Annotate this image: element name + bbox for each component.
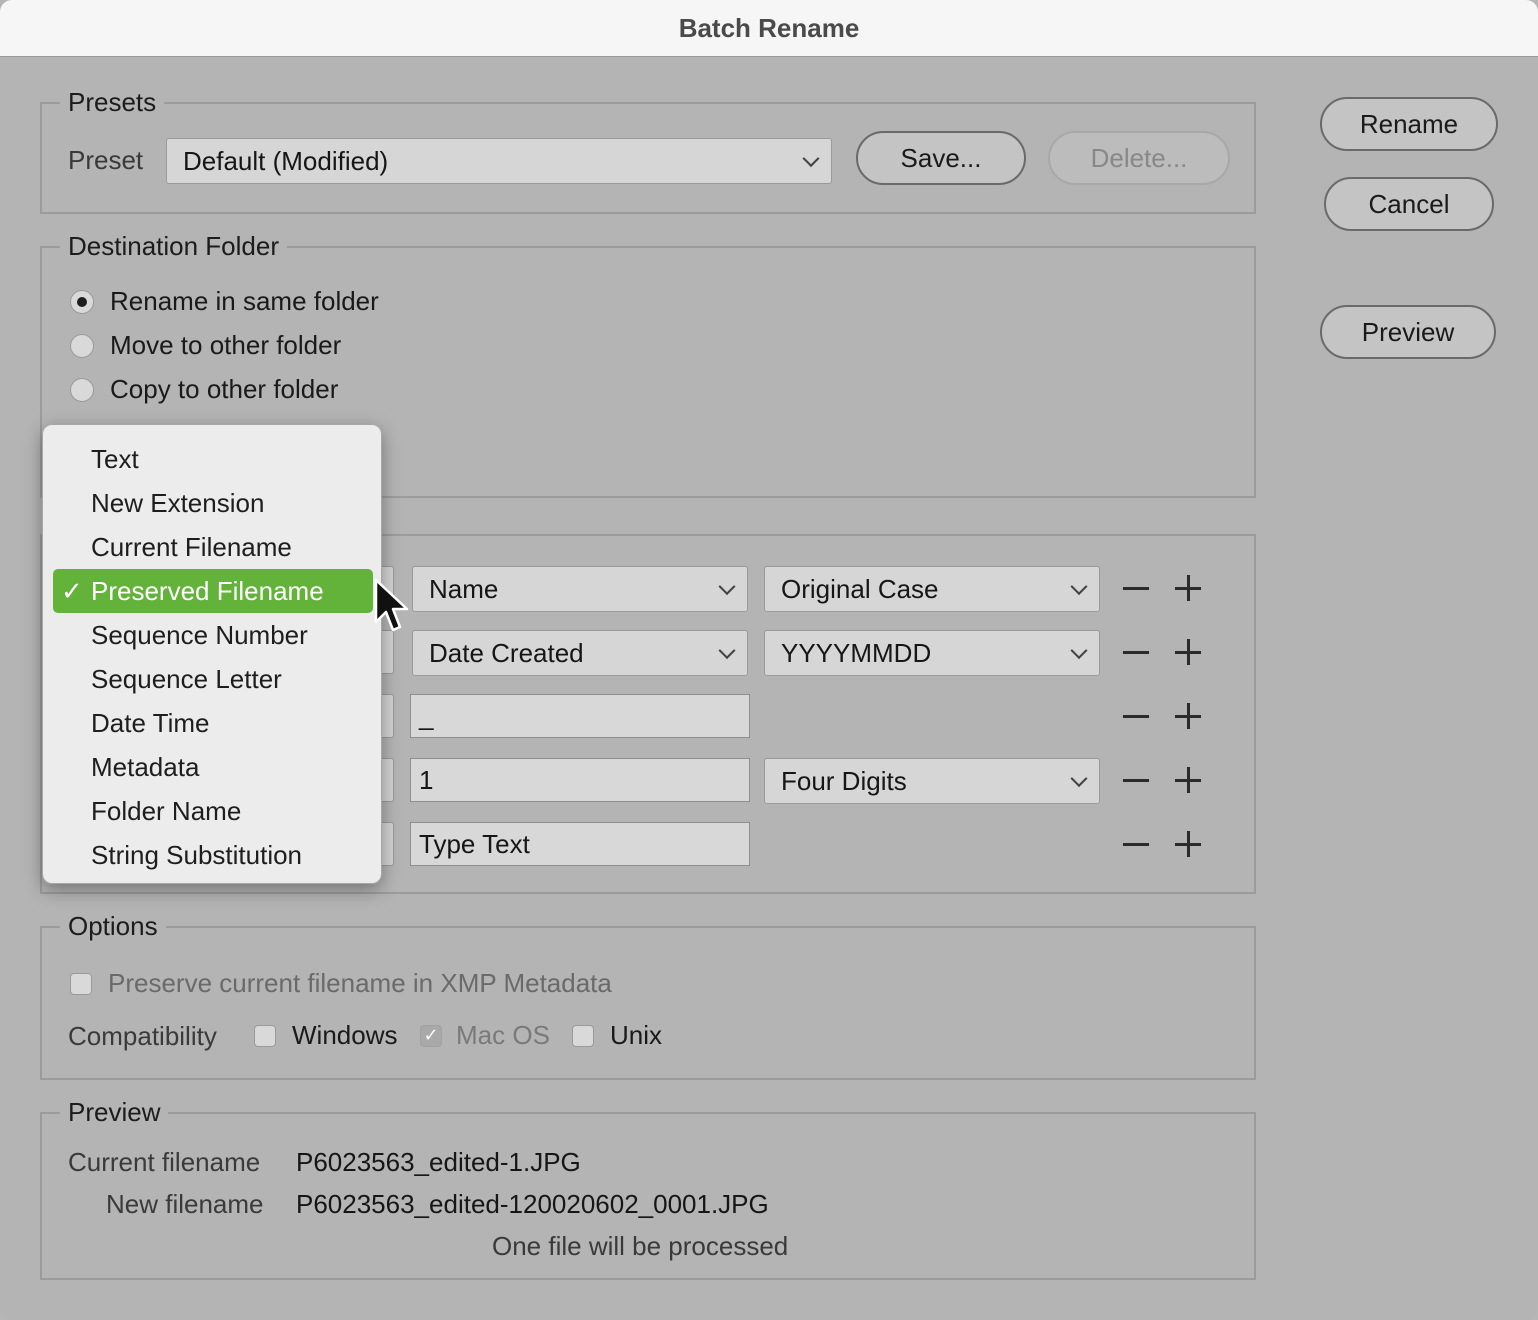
chevron-down-icon <box>1070 578 1088 596</box>
add-row-icon[interactable] <box>1174 830 1202 858</box>
window-title: Batch Rename <box>678 12 860 43</box>
row2-field2-select[interactable]: YYYYMMDD <box>764 630 1100 676</box>
menu-item-label: Current Filename <box>91 531 292 562</box>
menu-item-folder-name[interactable]: Folder Name <box>53 789 373 833</box>
preview-button[interactable]: Preview <box>1320 305 1496 359</box>
chevron-down-icon <box>1070 770 1088 788</box>
menu-item-preserved-filename[interactable]: ✓ Preserved Filename <box>53 569 373 613</box>
row4-digits-select[interactable]: Four Digits <box>764 758 1100 804</box>
destination-legend: Destination Folder <box>60 228 287 264</box>
row1-field1-select[interactable]: Name <box>412 566 748 612</box>
title-bar: Batch Rename <box>0 0 1538 57</box>
menu-item-string-substitution[interactable]: String Substitution <box>53 833 373 877</box>
input-value: _ <box>419 700 434 731</box>
remove-row-icon[interactable] <box>1122 574 1150 602</box>
radio-copy-other-folder[interactable]: Copy to other folder <box>70 374 338 405</box>
chevron-down-icon <box>1070 642 1088 660</box>
radio-button[interactable] <box>70 377 94 402</box>
presets-legend: Presets <box>60 84 165 120</box>
menu-item-label: New Extension <box>91 487 265 518</box>
chevron-down-icon <box>802 150 820 168</box>
add-row-icon[interactable] <box>1174 638 1202 666</box>
delete-preset-button[interactable]: Delete... <box>1048 131 1230 185</box>
add-row-icon[interactable] <box>1174 574 1202 602</box>
windows-label: Windows <box>292 1020 398 1050</box>
remove-row-icon[interactable] <box>1122 702 1150 730</box>
menu-item-label: Text <box>91 443 139 474</box>
checkmark-icon: ✓ <box>61 575 83 606</box>
rename-button[interactable]: Rename <box>1320 97 1498 151</box>
menu-item-label: Sequence Letter <box>91 663 282 694</box>
macos-checkbox[interactable]: ✓ <box>420 1024 442 1047</box>
unix-checkbox[interactable] <box>572 1024 594 1047</box>
remove-row-icon[interactable] <box>1122 830 1150 858</box>
preserve-filename-label: Preserve current filename in XMP Metadat… <box>108 968 612 998</box>
add-row-icon[interactable] <box>1174 702 1202 730</box>
select-value: Name <box>429 573 499 604</box>
menu-item-label: Preserved Filename <box>91 575 324 606</box>
preserve-filename-checkbox[interactable] <box>70 972 92 995</box>
row4-sequence-input[interactable]: 1 <box>410 758 750 802</box>
new-filename-label: New filename <box>106 1189 264 1219</box>
remove-row-icon[interactable] <box>1122 638 1150 666</box>
preserve-filename-option[interactable]: Preserve current filename in XMP Metadat… <box>70 968 612 999</box>
select-value: Date Created <box>429 637 584 668</box>
windows-option[interactable]: Windows <box>254 1020 397 1051</box>
row2-field1-select[interactable]: Date Created <box>412 630 748 676</box>
select-value: Original Case <box>781 573 939 604</box>
preset-label: Preset <box>68 145 144 175</box>
radio-button[interactable] <box>70 333 94 358</box>
preset-select[interactable]: Default (Modified) <box>166 138 832 184</box>
batch-rename-dialog: Batch Rename Presets Preset Default (Mod… <box>0 0 1538 1320</box>
preset-select-value: Default (Modified) <box>183 145 389 176</box>
menu-item-label: String Substitution <box>91 839 303 870</box>
save-preset-button[interactable]: Save... <box>856 131 1026 185</box>
current-filename-label: Current filename <box>68 1147 261 1177</box>
new-filename-value: P6023563_edited-120020602_0001.JPG <box>296 1189 769 1219</box>
menu-item-label: Metadata <box>91 751 200 782</box>
mouse-cursor-icon <box>374 578 409 632</box>
files-processed-status: One file will be processed <box>492 1231 789 1261</box>
macos-option[interactable]: ✓ Mac OS <box>420 1020 550 1051</box>
row3-text-input[interactable]: _ <box>410 694 750 738</box>
menu-item-metadata[interactable]: Metadata <box>53 745 373 789</box>
checkmark-icon: ✓ <box>423 1025 439 1045</box>
unix-option[interactable]: Unix <box>572 1020 662 1051</box>
select-value: YYYYMMDD <box>781 637 932 668</box>
menu-item-current-filename[interactable]: Current Filename <box>53 525 373 569</box>
radio-label: Copy to other folder <box>110 374 339 404</box>
add-row-icon[interactable] <box>1174 766 1202 794</box>
radio-rename-same-folder[interactable]: Rename in same folder <box>70 286 379 317</box>
row5-text-input[interactable]: Type Text <box>410 822 750 866</box>
input-value: 1 <box>419 764 434 795</box>
radio-label: Rename in same folder <box>110 286 379 316</box>
menu-item-text[interactable]: Text <box>53 437 373 481</box>
radio-label: Move to other folder <box>110 330 342 360</box>
menu-item-label: Sequence Number <box>91 619 308 650</box>
menu-item-date-time[interactable]: Date Time <box>53 701 373 745</box>
menu-item-new-extension[interactable]: New Extension <box>53 481 373 525</box>
compatibility-label: Compatibility <box>68 1021 217 1051</box>
radio-move-other-folder[interactable]: Move to other folder <box>70 330 341 361</box>
windows-checkbox[interactable] <box>254 1024 276 1047</box>
chevron-down-icon <box>718 578 736 596</box>
chevron-down-icon <box>718 642 736 660</box>
menu-item-sequence-number[interactable]: Sequence Number <box>53 613 373 657</box>
menu-item-sequence-letter[interactable]: Sequence Letter <box>53 657 373 701</box>
menu-item-label: Date Time <box>91 707 210 738</box>
options-group: Options <box>40 908 1256 1080</box>
cancel-button[interactable]: Cancel <box>1324 177 1494 231</box>
row1-field2-select[interactable]: Original Case <box>764 566 1100 612</box>
select-value: Four Digits <box>781 765 907 796</box>
current-filename-value: P6023563_edited-1.JPG <box>296 1147 581 1177</box>
options-legend: Options <box>60 908 166 944</box>
radio-button[interactable] <box>70 289 94 314</box>
unix-label: Unix <box>610 1020 663 1050</box>
input-value: Type Text <box>419 828 530 859</box>
preview-legend: Preview <box>60 1094 169 1130</box>
remove-row-icon[interactable] <box>1122 766 1150 794</box>
macos-label: Mac OS <box>456 1020 550 1050</box>
element-type-menu: Text New Extension Current Filename ✓ Pr… <box>42 424 382 884</box>
menu-item-label: Folder Name <box>91 795 242 826</box>
